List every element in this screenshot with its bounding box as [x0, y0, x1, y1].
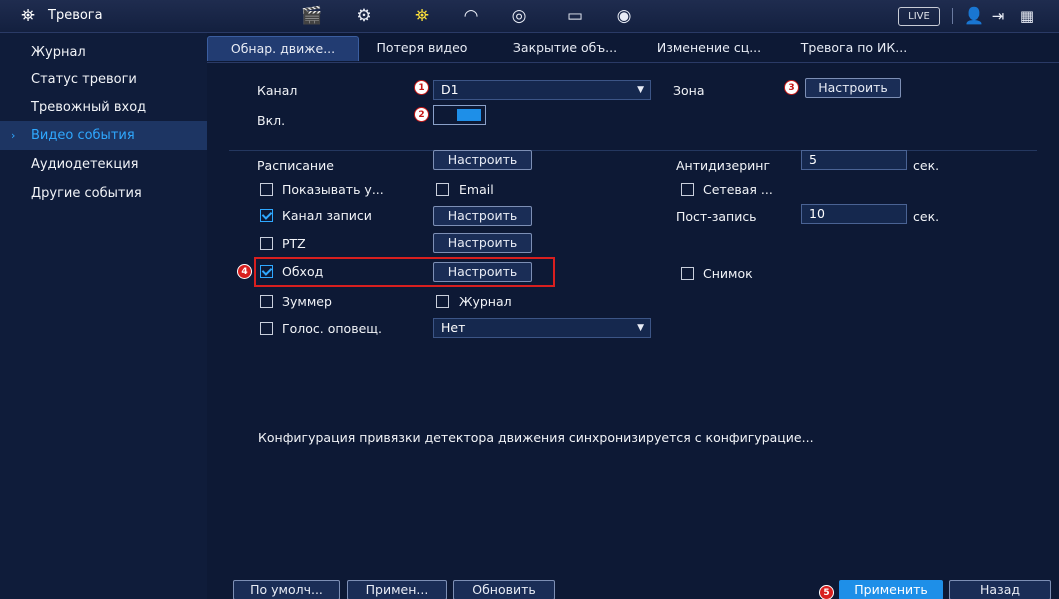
gear-globe-icon[interactable]: ⚙	[351, 5, 377, 27]
ptz-checkbox[interactable]	[260, 237, 273, 250]
sidebar-item-audio-detection[interactable]: Аудиодетекция	[0, 150, 207, 179]
top-bar: ⛯ Тревога 🎬 ⚙ ⛯ ◠ ◎ ▭ ◉ LIVE 👤 ⇥ ▦	[0, 0, 1059, 33]
callout-marker-2: 2	[414, 107, 429, 122]
user-icon[interactable]: 👤	[961, 5, 987, 27]
callout-marker-3: 3	[784, 80, 799, 95]
refresh-button[interactable]: Обновить	[453, 580, 555, 599]
log-checkbox[interactable]	[436, 295, 449, 308]
buzzer-checkbox[interactable]	[260, 295, 273, 308]
tab-pir-alarm[interactable]: Тревога по ИК...	[783, 36, 925, 60]
sidebar-item-label: Статус тревоги	[31, 72, 137, 87]
channel-select-value: D1	[441, 82, 459, 97]
sidebar: Журнал Статус тревоги Тревожный вход › Ви…	[0, 33, 207, 599]
chevron-down-icon: ▼	[637, 85, 644, 95]
enable-toggle[interactable]	[433, 105, 486, 125]
voice-checkbox[interactable]	[260, 322, 273, 335]
tour-label: Обход	[282, 264, 324, 279]
qr-code-icon[interactable]: ▦	[1014, 5, 1040, 27]
callout-marker-1: 1	[414, 80, 429, 95]
network-checkbox[interactable]	[681, 183, 694, 196]
live-button[interactable]: LIVE	[898, 7, 940, 26]
sidebar-item-label: Другие события	[31, 186, 142, 201]
section-divider	[229, 150, 1037, 151]
voice-select-value: Нет	[441, 320, 466, 335]
callout-marker-4: 4	[237, 264, 252, 279]
record-channel-configure-button[interactable]: Настроить	[433, 206, 532, 226]
tab-bar: Обнар. движе... Потеря видео Закрытие об…	[207, 33, 1059, 63]
antidither-input[interactable]: 5	[801, 150, 907, 170]
zone-label: Зона	[673, 83, 705, 98]
sidebar-item-label: Видео события	[31, 128, 135, 143]
sidebar-item-label: Журнал	[31, 45, 86, 60]
app-window: ⛯ Тревога 🎬 ⚙ ⛯ ◠ ◎ ▭ ◉ LIVE 👤 ⇥ ▦ Журна…	[0, 0, 1059, 599]
monitor-icon[interactable]: ▭	[562, 5, 588, 27]
sync-note: Конфигурация привязки детектора движения…	[258, 430, 814, 445]
default-button[interactable]: По умолч...	[233, 580, 340, 599]
sidebar-item-video-events[interactable]: › Видео события	[0, 121, 207, 150]
sidebar-item-label: Тревожный вход	[31, 100, 147, 115]
voice-label: Голос. оповещ.	[282, 321, 382, 336]
callout-marker-5: 5	[819, 585, 834, 599]
ptz-configure-button[interactable]: Настроить	[433, 233, 532, 253]
toolbar-divider	[952, 8, 953, 24]
speedometer-icon[interactable]: ◠	[458, 5, 484, 27]
zone-configure-button[interactable]: Настроить	[805, 78, 901, 98]
tab-motion-detection[interactable]: Обнар. движе...	[207, 36, 359, 61]
snapshot-checkbox[interactable]	[681, 267, 694, 280]
sidebar-item-other-events[interactable]: Другие события	[0, 179, 207, 208]
alarm-light-icon: ⛯	[21, 6, 35, 26]
show-message-label: Показывать у...	[282, 182, 384, 197]
main-content: Обнар. движе... Потеря видео Закрытие об…	[207, 33, 1059, 599]
sidebar-item-alarm-status[interactable]: Статус тревоги	[0, 65, 207, 94]
schedule-label: Расписание	[257, 158, 334, 173]
post-record-unit: сек.	[913, 209, 940, 224]
voice-select[interactable]: Нет ▼	[433, 318, 651, 338]
post-record-label: Пост-запись	[676, 209, 757, 224]
show-message-checkbox[interactable]	[260, 183, 273, 196]
camera-film-icon[interactable]: 🎬	[299, 5, 325, 27]
snapshot-label: Снимок	[703, 266, 753, 281]
window-title: Тревога	[48, 8, 103, 23]
schedule-configure-button[interactable]: Настроить	[433, 150, 532, 170]
chevron-right-icon: ›	[11, 129, 16, 142]
email-checkbox[interactable]	[436, 183, 449, 196]
alarm-light-icon[interactable]: ⛯	[409, 5, 435, 27]
speaker-icon[interactable]: ◉	[611, 5, 637, 27]
email-label: Email	[459, 182, 494, 197]
tour-checkbox[interactable]	[260, 265, 273, 278]
buzzer-label: Зуммер	[282, 294, 332, 309]
sidebar-item-label: Аудиодетекция	[31, 157, 139, 172]
tab-scene-change[interactable]: Изменение сц...	[639, 36, 779, 60]
ptz-label: PTZ	[282, 236, 306, 251]
enable-label: Вкл.	[257, 113, 286, 128]
record-channel-checkbox[interactable]	[260, 209, 273, 222]
tab-tampering[interactable]: Закрытие объ...	[495, 36, 635, 60]
tab-video-loss[interactable]: Потеря видео	[359, 36, 485, 60]
tour-configure-button[interactable]: Настроить	[433, 262, 532, 282]
chevron-down-icon: ▼	[637, 323, 644, 333]
network-label: Сетевая ...	[703, 182, 773, 197]
log-label: Журнал	[459, 294, 512, 309]
channel-select[interactable]: D1 ▼	[433, 80, 651, 100]
antidither-label: Антидизеринг	[676, 158, 771, 173]
back-button[interactable]: Назад	[949, 580, 1051, 599]
record-channel-label: Канал записи	[282, 208, 372, 223]
sidebar-item-alarm-input[interactable]: Тревожный вход	[0, 93, 207, 122]
toggle-knob	[457, 109, 481, 121]
post-record-input[interactable]: 10	[801, 204, 907, 224]
target-icon[interactable]: ◎	[506, 5, 532, 27]
antidither-unit: сек.	[913, 158, 940, 173]
apply-secondary-button[interactable]: Примен...	[347, 580, 447, 599]
apply-button[interactable]: Применить	[839, 580, 943, 599]
sidebar-item-journal[interactable]: Журнал	[0, 38, 207, 67]
logout-icon[interactable]: ⇥	[985, 5, 1011, 27]
channel-label: Канал	[257, 83, 298, 98]
